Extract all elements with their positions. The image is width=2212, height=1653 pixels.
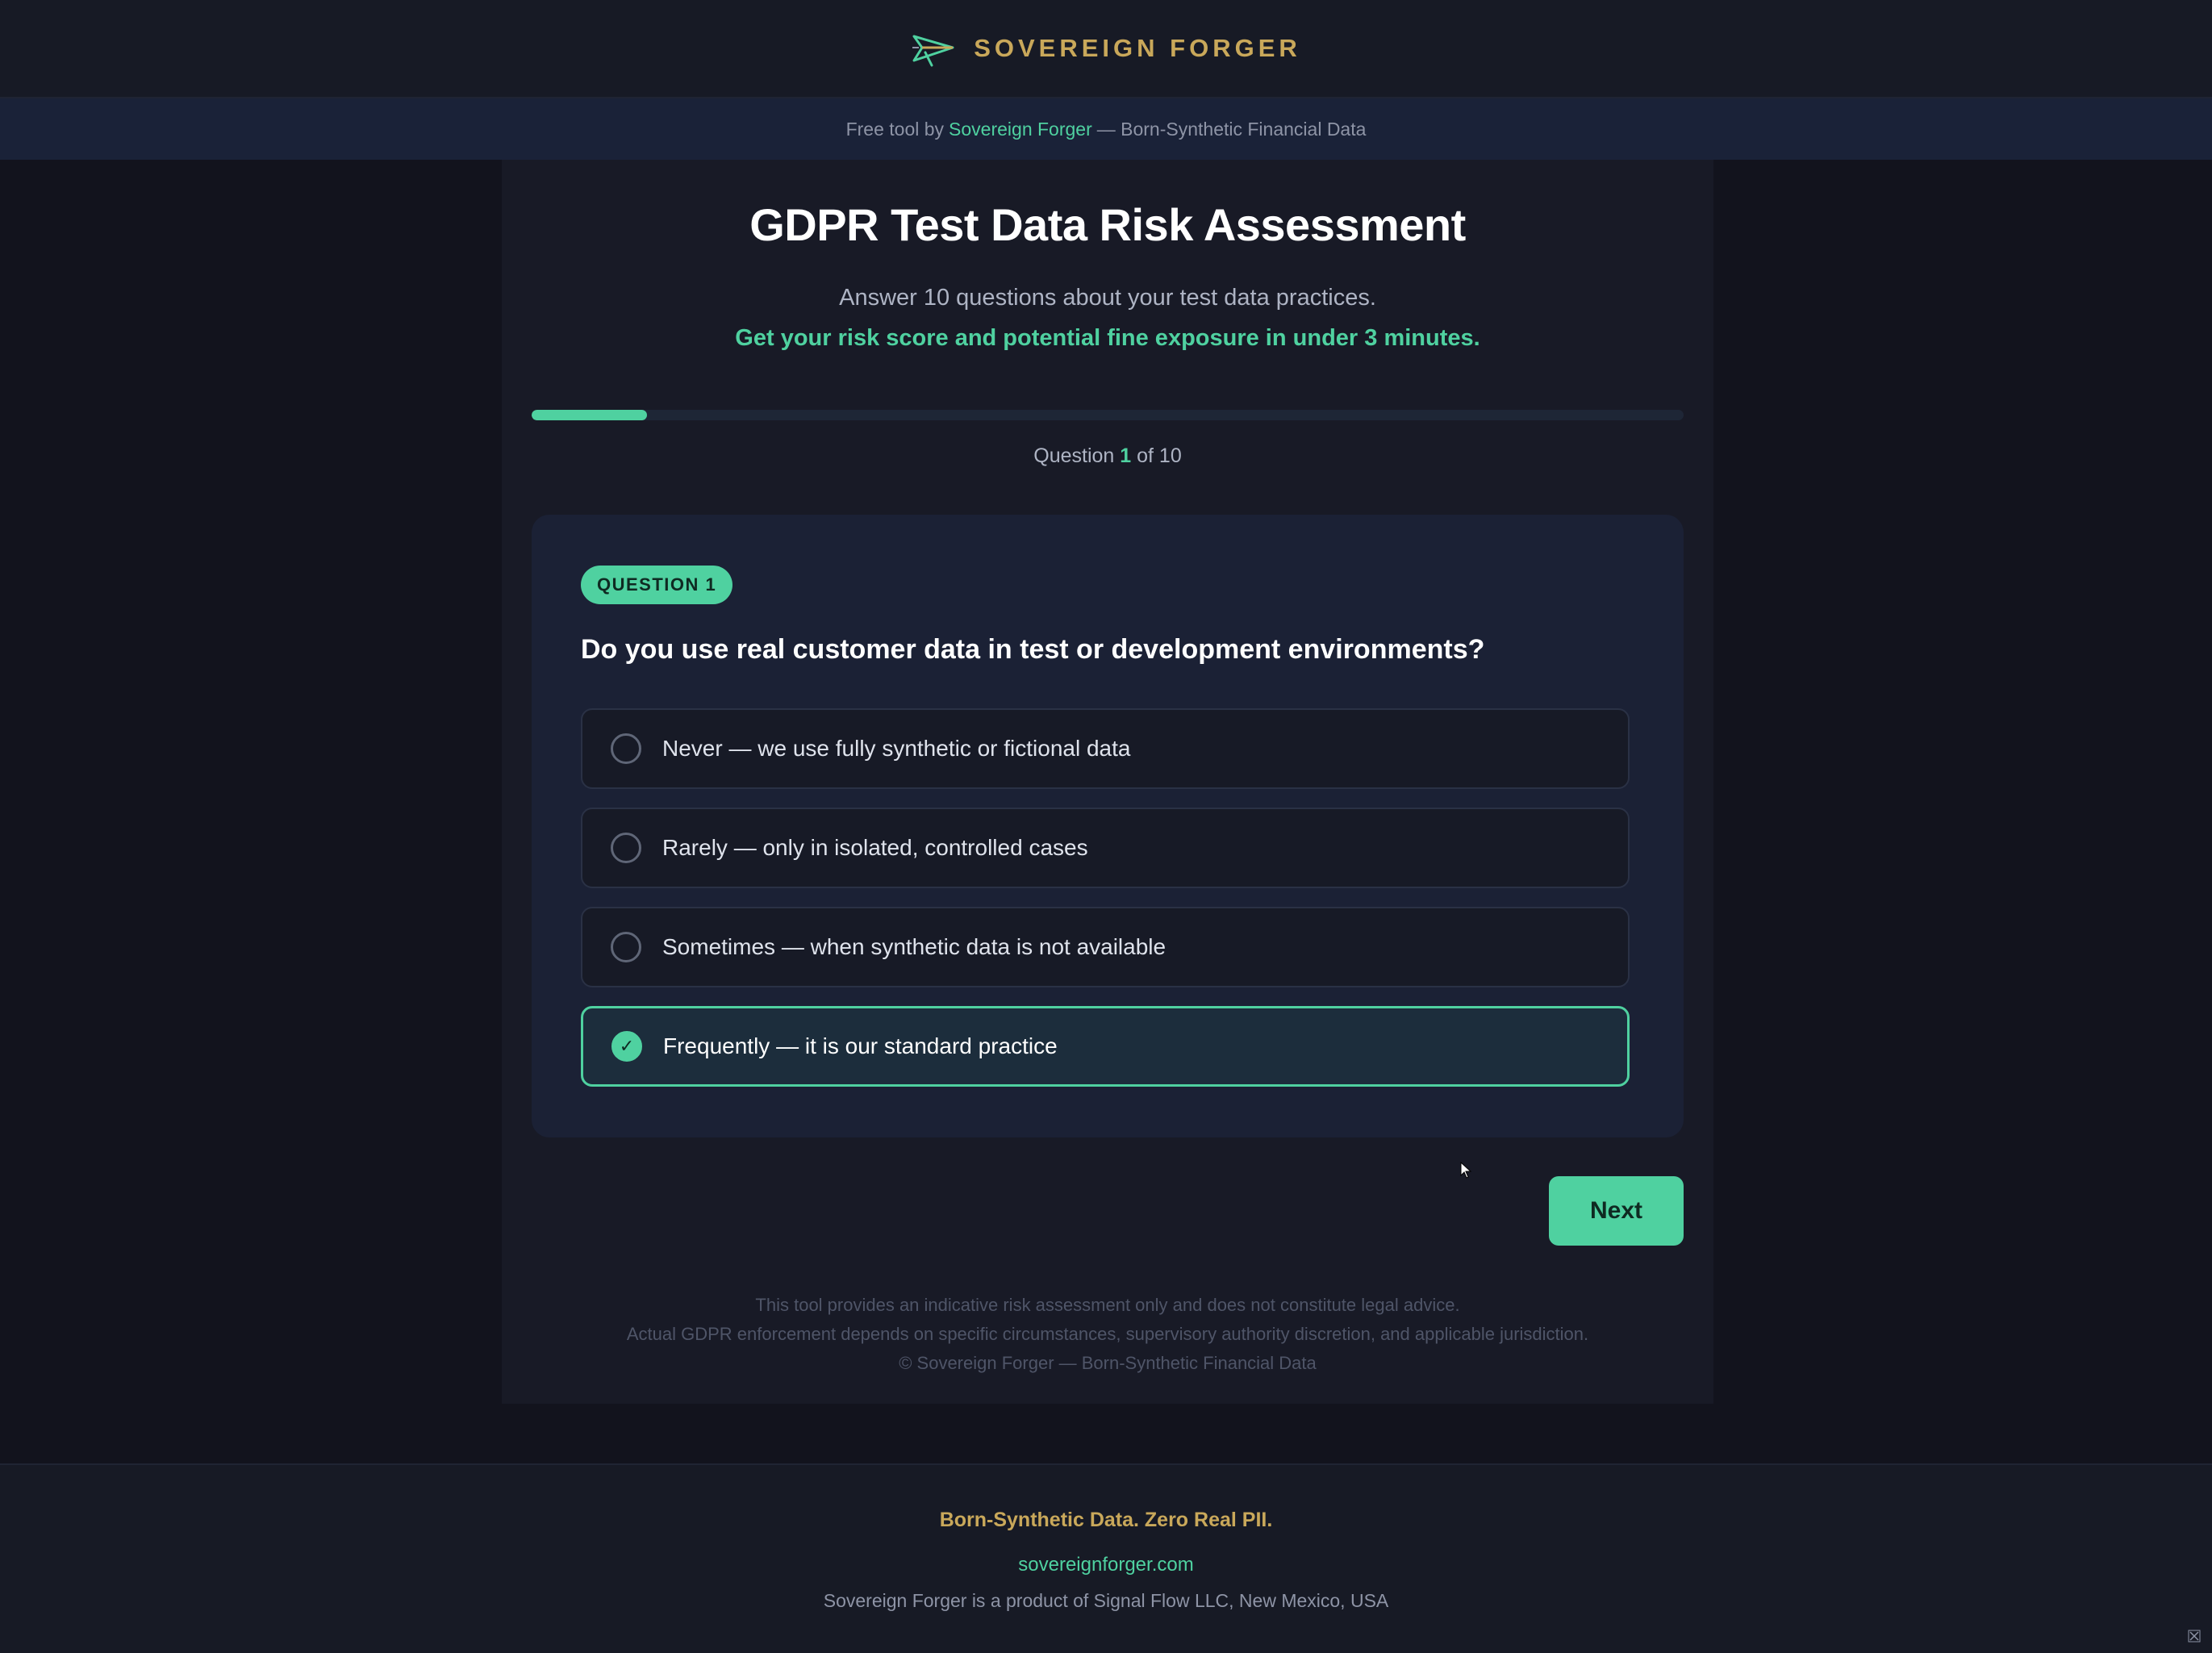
counter-total: of 10 (1137, 445, 1182, 467)
check-icon[interactable]: ✓ (611, 1031, 642, 1062)
option-label: Frequently — it is our standard practice (663, 1033, 1058, 1058)
attribution-suffix: — Born-Synthetic Financial Data (1096, 118, 1367, 140)
attribution-link[interactable]: Sovereign Forger (949, 119, 1092, 140)
option-label: Sometimes — when synthetic data is not a… (662, 934, 1167, 959)
mouse-cursor-icon (1460, 1162, 1472, 1179)
question-card: QUESTION 1 Do you use real customer data… (532, 515, 1684, 1137)
option-label: Never — we use fully synthetic or fictio… (662, 736, 1131, 761)
progress-bar (532, 410, 1684, 420)
footer-website-link[interactable]: sovereignforger.com (0, 1554, 2212, 1576)
copyright: © Sovereign Forger — Born-Synthetic Fina… (899, 1353, 1317, 1373)
radio-icon[interactable] (611, 932, 641, 962)
brand-name: SOVEREIGN FORGER (974, 34, 1301, 62)
radio-icon[interactable] (611, 733, 641, 764)
counter-current: 1 (1120, 445, 1132, 467)
resize-icon (2188, 1630, 2201, 1643)
brand[interactable]: SOVEREIGN FORGER (911, 30, 1301, 67)
attribution-prefix: Free tool by (845, 118, 945, 140)
progress-fill (532, 410, 647, 420)
question-counter: Question 1 of 10 (502, 445, 1713, 468)
disclaimer-line: Actual GDPR enforcement depends on speci… (626, 1324, 1589, 1344)
footer-company: Sovereign Forger is a product of Signal … (823, 1590, 1389, 1611)
cta-text: Get your risk score and potential fine e… (735, 325, 1480, 351)
paper-plane-icon (912, 35, 954, 67)
question-text: Do you use real customer data in test or… (581, 634, 1485, 665)
question-badge: QUESTION 1 (581, 566, 733, 604)
next-button[interactable]: Next (1549, 1176, 1684, 1246)
disclaimer-line: This tool provides an indicative risk as… (755, 1295, 1460, 1315)
page-title: GDPR Test Data Risk Assessment (749, 199, 1466, 250)
intro-text: Answer 10 questions about your test data… (839, 285, 1376, 311)
option-label: Rarely — only in isolated, controlled ca… (662, 835, 1088, 860)
counter-label: Question (1033, 445, 1115, 467)
option-never[interactable]: Never — we use fully synthetic or fictio… (581, 708, 1630, 789)
option-rarely[interactable]: Rarely — only in isolated, controlled ca… (581, 808, 1630, 888)
disclaimer: This tool provides an indicative risk as… (502, 1291, 1713, 1378)
footer: Born-Synthetic Data. Zero Real PII. sove… (0, 1463, 2212, 1653)
footer-tagline: Born-Synthetic Data. Zero Real PII. (939, 1509, 1273, 1531)
attribution-bar: Free tool by Sovereign Forger — Born-Syn… (0, 98, 2212, 160)
main-content: GDPR Test Data Risk Assessment Answer 10… (502, 160, 1713, 1404)
option-frequently[interactable]: ✓ Frequently — it is our standard practi… (581, 1006, 1630, 1087)
radio-icon[interactable] (611, 833, 641, 863)
top-header: SOVEREIGN FORGER (0, 0, 2212, 98)
option-sometimes[interactable]: Sometimes — when synthetic data is not a… (581, 907, 1630, 987)
